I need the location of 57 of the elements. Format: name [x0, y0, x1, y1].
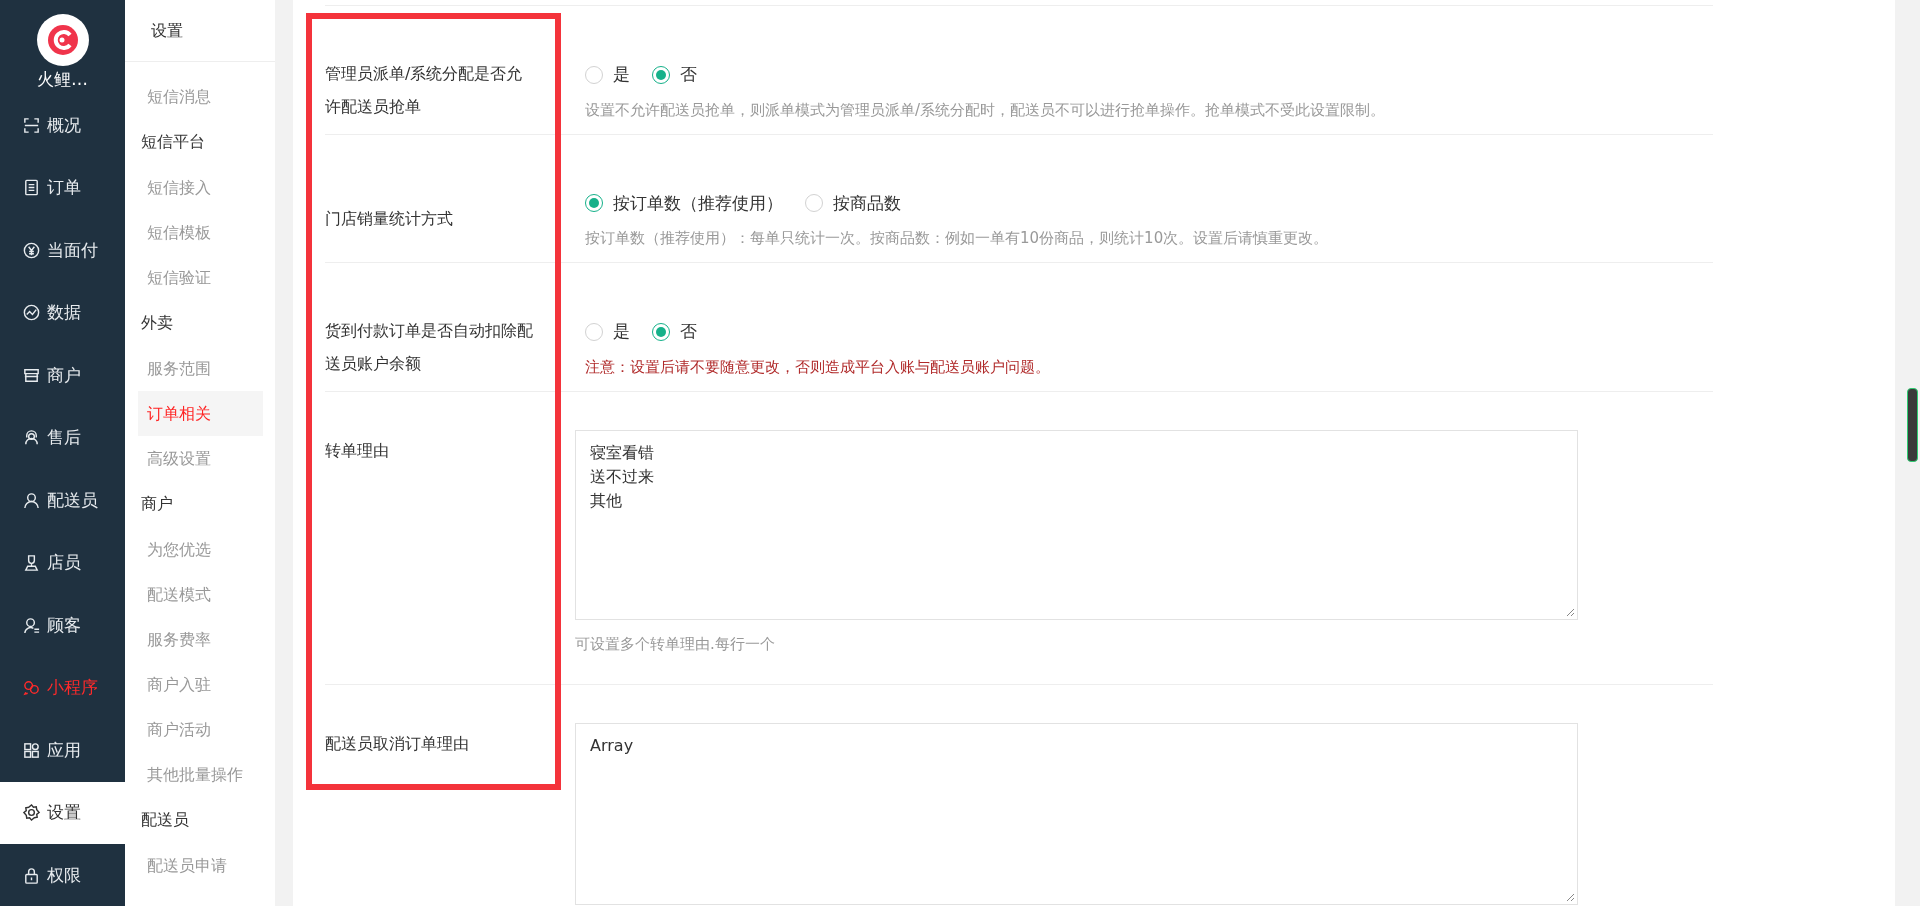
radio-option[interactable]: 否 [652, 63, 697, 87]
radio-button[interactable] [652, 322, 670, 341]
field-label: 门店销量统计方式 [325, 207, 454, 230]
scrollbar-thumb[interactable] [1907, 388, 1918, 462]
yuan-icon [22, 240, 41, 260]
sidebar-item[interactable]: 当面付 [0, 219, 125, 282]
chat-icon [22, 678, 41, 698]
sidebar-item[interactable]: 配送员 [0, 469, 125, 532]
sidebar-item[interactable]: 订单 [0, 156, 125, 219]
sidebar-item[interactable]: 应用 [0, 719, 125, 782]
radio-button[interactable] [585, 322, 603, 341]
sidebar-item[interactable]: 顾客 [0, 594, 125, 657]
resize-handle-icon[interactable] [1565, 606, 1575, 617]
help-text: 设置不允许配送员抢单，则派单模式为管理员派单/系统分配时，配送员不可以进行抢单操作。抢单模式不受此设置限制。 [585, 99, 1387, 121]
textarea-field[interactable]: Array [575, 722, 1578, 905]
radio-option[interactable]: 是 [585, 63, 630, 87]
submenu-group-title: 商户 [140, 493, 174, 515]
list-icon [22, 178, 41, 198]
person-icon [22, 553, 41, 573]
resize-handle-icon[interactable] [1565, 891, 1575, 902]
sidebar-item[interactable]: 设置 [0, 781, 125, 844]
sidebar-item[interactable]: 店员 [0, 531, 125, 594]
sidebar-item[interactable]: 数据 [0, 281, 125, 344]
sidebar-item[interactable]: 售后 [0, 406, 125, 469]
lock-icon [22, 865, 41, 885]
field-label: 货到付款订单是否自动扣除配送员账户余额 [325, 319, 534, 375]
submenu-group-title: 短信平台 [140, 131, 206, 153]
brand-name: 火鲤… [37, 68, 88, 91]
help-text: 按订单数（推荐使用）：每单只统计一次。按商品数：例如一单有10份商品，则统计10次。设置后请慎重更改。 [585, 228, 1330, 250]
field-label: 管理员派单/系统分配是否允许配送员抢单 [325, 62, 524, 118]
textarea-field[interactable]: 寝室看错 送不过来 其他 [575, 429, 1578, 620]
radio-option[interactable]: 按商品数 [805, 191, 901, 215]
radio-option[interactable]: 是 [585, 320, 630, 344]
sidebar-item[interactable]: 商户 [0, 344, 125, 407]
grid-icon [22, 740, 41, 760]
person-list-icon [22, 615, 41, 635]
radio-button[interactable] [585, 65, 603, 84]
radio-button[interactable] [805, 194, 823, 213]
radio-button[interactable] [652, 65, 670, 84]
help-text: 可设置多个转单理由.每行一个 [575, 633, 776, 655]
person-icon [22, 490, 41, 510]
field-label: 转单理由 [325, 439, 390, 462]
submenu-item[interactable]: 订单相关 [138, 391, 263, 436]
sidebar-item[interactable]: 概况 [0, 94, 125, 157]
sidebar-item[interactable]: 权限 [0, 844, 125, 906]
chart-icon [22, 303, 41, 323]
help-text: 注意：设置后请不要随意更改，否则造成平台入账与配送员账户问题。 [585, 356, 1051, 378]
submenu-group-title: 配送员 [140, 809, 190, 831]
settings-icon [22, 803, 41, 823]
radio-button[interactable] [585, 194, 603, 213]
scan-icon [22, 115, 41, 135]
radio-option[interactable]: 否 [652, 320, 697, 344]
submenu-group-title: 外卖 [140, 312, 174, 334]
field-label: 配送员取消订单理由 [325, 732, 470, 755]
sidebar-item[interactable]: 小程序 [0, 656, 125, 719]
radio-option[interactable]: 按订单数（推荐使用） [585, 191, 783, 215]
logo-icon [36, 14, 89, 66]
